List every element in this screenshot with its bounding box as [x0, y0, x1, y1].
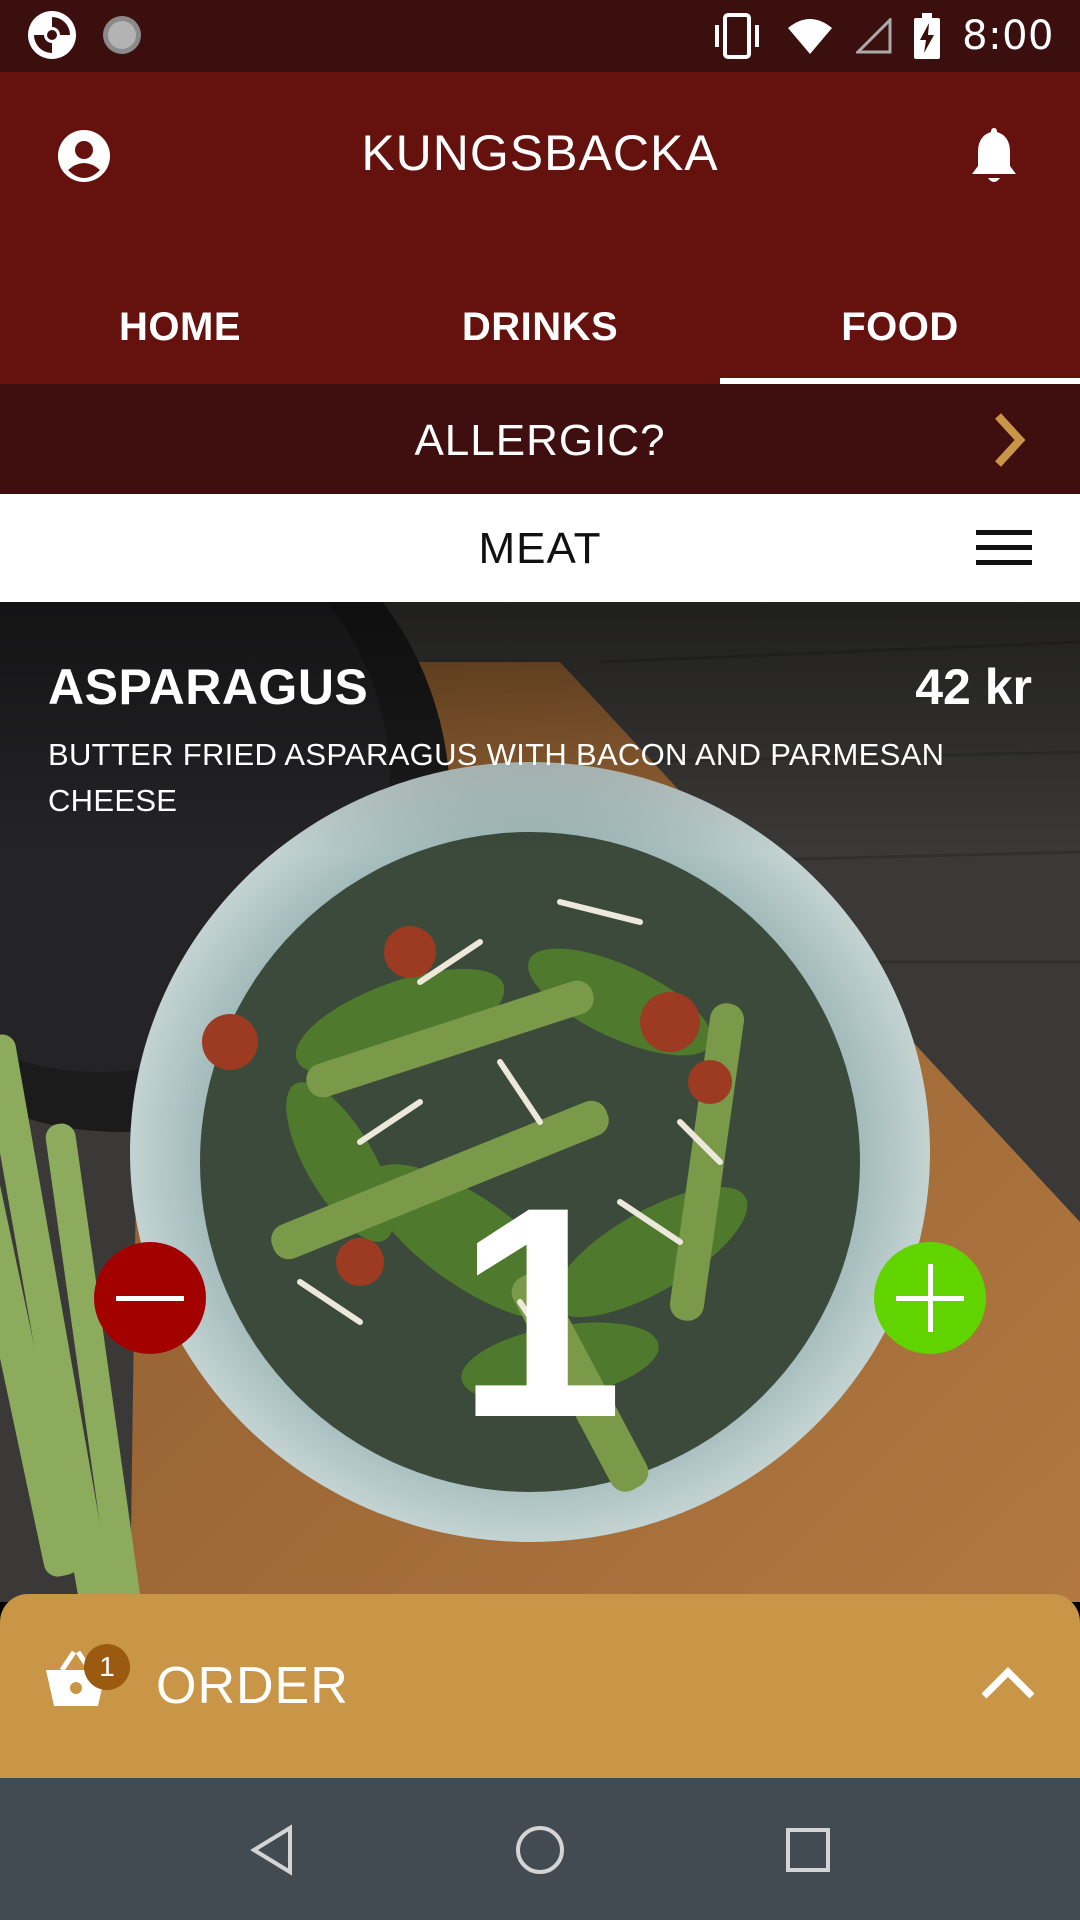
app-bar: KUNGSBACKA HOME DRINKS FOOD	[0, 72, 1080, 384]
wifi-icon	[788, 19, 833, 54]
battery-charging-icon	[914, 13, 941, 59]
status-time: 8:00	[962, 13, 1054, 59]
cart-count-badge: 1	[84, 1644, 130, 1690]
status-bar: 8:00	[0, 0, 1080, 72]
tab-home[interactable]: HOME	[0, 270, 360, 384]
order-bar[interactable]: 1 ORDER	[0, 1594, 1080, 1778]
allergic-banner[interactable]: ALLERGIC?	[0, 384, 1080, 494]
order-label: ORDER	[156, 1657, 349, 1715]
vibrate-icon	[715, 13, 760, 59]
back-icon[interactable]	[244, 1822, 300, 1878]
menu-icon[interactable]	[976, 528, 1032, 568]
item-description: BUTTER FRIED ASPARAGUS WITH BACON AND PA…	[48, 737, 945, 818]
item-price: 42 kr	[915, 659, 1032, 715]
food-item-card: ASPARAGUS 42 kr BUTTER FRIED ASPARAGUS W…	[0, 602, 1080, 1602]
system-nav-bar	[0, 1778, 1080, 1920]
item-info: ASPARAGUS 42 kr BUTTER FRIED ASPARAGUS W…	[48, 658, 1032, 824]
increase-quantity-button[interactable]	[874, 1242, 986, 1354]
tab-drinks[interactable]: DRINKS	[360, 270, 720, 384]
signal-icon	[856, 18, 892, 54]
loading-icon	[103, 16, 141, 54]
tab-bar: HOME DRINKS FOOD	[0, 270, 1080, 384]
plus-icon	[896, 1264, 964, 1332]
recents-icon[interactable]	[780, 1822, 836, 1878]
app-title: KUNGSBACKA	[361, 125, 719, 181]
item-name: ASPARAGUS	[48, 659, 369, 715]
category-label: MEAT	[478, 524, 602, 573]
bell-icon[interactable]	[964, 124, 1024, 188]
app-logo-icon	[28, 11, 76, 59]
chevron-up-icon[interactable]	[980, 1664, 1036, 1700]
chevron-right-icon	[995, 413, 1026, 467]
category-bar: MEAT	[0, 494, 1080, 602]
tab-food[interactable]: FOOD	[720, 270, 1080, 384]
allergic-label: ALLERGIC?	[414, 416, 666, 465]
home-icon[interactable]	[512, 1822, 568, 1878]
